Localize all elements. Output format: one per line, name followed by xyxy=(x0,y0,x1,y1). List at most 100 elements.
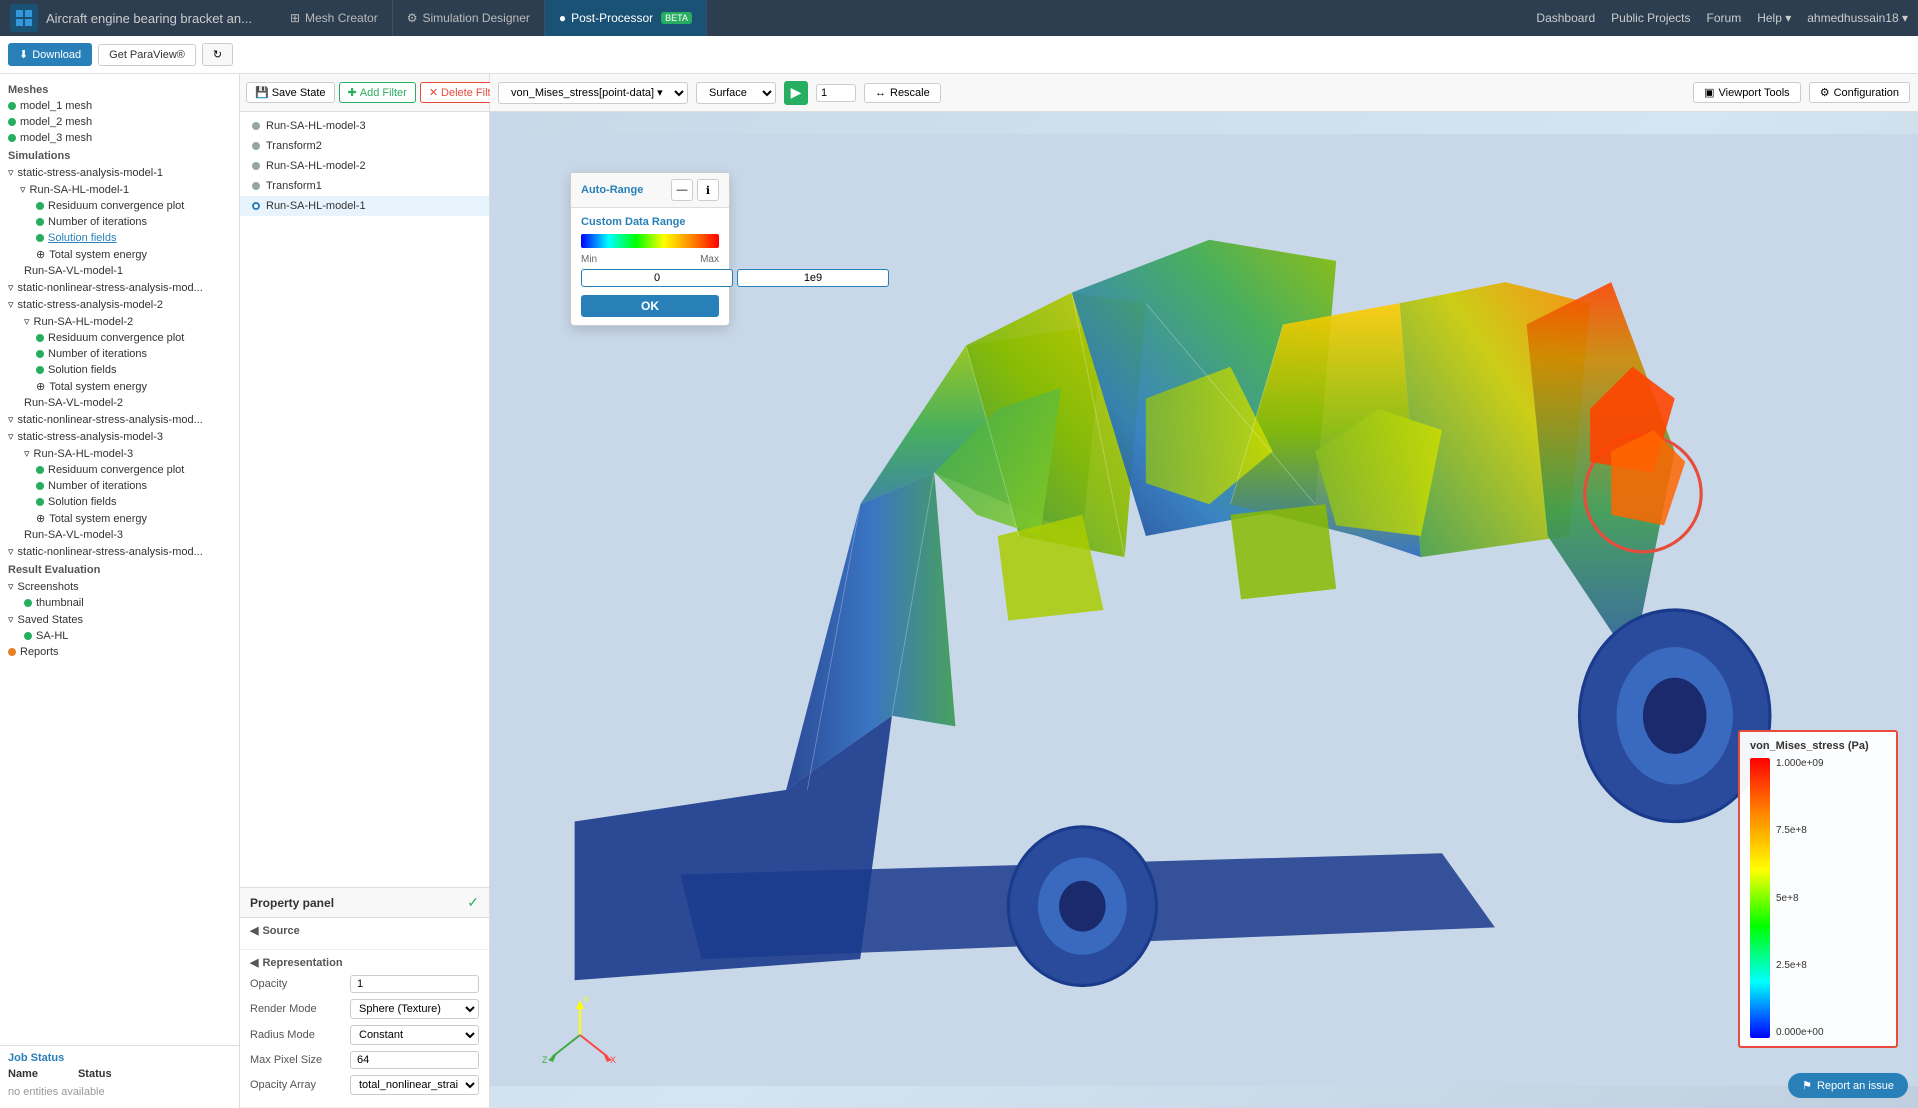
sidebar-item-iterations-1[interactable]: Number of iterations xyxy=(0,214,239,230)
render-mode-row: Render Mode Sphere (Texture) xyxy=(250,999,479,1019)
delete-icon: ✕ xyxy=(429,86,438,99)
pipeline-dot-icon xyxy=(252,122,260,130)
forum-link[interactable]: Forum xyxy=(1707,11,1742,25)
sidebar-item-residuum-1[interactable]: Residuum convergence plot xyxy=(0,198,239,214)
sidebar-item-solution-1[interactable]: Solution fields xyxy=(0,230,239,246)
property-panel-header[interactable]: Property panel ✓ xyxy=(240,888,489,918)
colorbar-info-button[interactable]: ℹ xyxy=(697,179,719,201)
sidebar-item-static-1[interactable]: ▿ static-stress-analysis-model-1 xyxy=(0,164,239,181)
sidebar-item-solution-3[interactable]: Solution fields xyxy=(0,494,239,510)
sidebar-item-run-vl-1[interactable]: Run-SA-VL-model-1 xyxy=(0,263,239,279)
surface-select[interactable]: Surface xyxy=(696,82,776,104)
legend-bar: 1.000e+09 7.5e+8 5e+8 2.5e+8 0.000e+00 xyxy=(1750,758,1886,1038)
property-representation-title: ◀ Representation xyxy=(250,956,479,969)
download-button[interactable]: ⬇ Download xyxy=(8,43,92,66)
frame-input[interactable] xyxy=(816,84,856,102)
result-evaluation-label: Result Evaluation xyxy=(0,560,239,578)
opacity-array-select[interactable]: total_nonlinear_strain xyxy=(350,1075,479,1095)
public-projects-link[interactable]: Public Projects xyxy=(1611,11,1690,25)
tab-post-processor[interactable]: ● Post-Processor BETA xyxy=(545,0,707,36)
sidebar-item-model2-mesh[interactable]: model_2 mesh xyxy=(0,114,239,130)
sidebar-item-model1-mesh[interactable]: model_1 mesh xyxy=(0,98,239,114)
legend-labels: 1.000e+09 7.5e+8 5e+8 2.5e+8 0.000e+00 xyxy=(1776,758,1824,1038)
sidebar-item-residuum-3[interactable]: Residuum convergence plot xyxy=(0,462,239,478)
max-input[interactable] xyxy=(737,269,889,287)
sidebar: Meshes model_1 mesh model_2 mesh model_3… xyxy=(0,74,240,1108)
configuration-button[interactable]: ⚙ Configuration xyxy=(1809,82,1910,103)
sidebar-item-run-vl-3[interactable]: Run-SA-VL-model-3 xyxy=(0,527,239,543)
sidebar-item-residuum-2[interactable]: Residuum convergence plot xyxy=(0,330,239,346)
report-issue-button[interactable]: ⚑ Report an issue xyxy=(1788,1073,1908,1098)
sidebar-item-energy-2[interactable]: ⊕ Total system energy xyxy=(0,378,239,395)
green-dot-icon xyxy=(36,202,44,210)
sidebar-item-energy-3[interactable]: ⊕ Total system energy xyxy=(0,510,239,527)
play-button[interactable]: ▶ xyxy=(784,81,808,105)
save-state-button[interactable]: 💾 Save State xyxy=(246,82,335,103)
pipeline-item-0[interactable]: Run-SA-HL-model-3 xyxy=(240,116,489,136)
user-menu[interactable]: ahmedhussain18 ▾ xyxy=(1807,11,1908,25)
sidebar-item-screenshots[interactable]: ▿ Screenshots xyxy=(0,578,239,595)
orange-dot-icon xyxy=(8,648,16,656)
sidebar-item-solution-2[interactable]: Solution fields xyxy=(0,362,239,378)
property-panel-title: Property panel xyxy=(250,896,334,910)
filter-dropdown[interactable]: von_Mises_stress[point-data] ▾ xyxy=(498,82,688,104)
render-mode-select[interactable]: Sphere (Texture) xyxy=(350,999,479,1019)
sidebar-item-static-nonlinear-1[interactable]: ▿ static-nonlinear-stress-analysis-mod..… xyxy=(0,279,239,296)
app-logo xyxy=(10,4,38,32)
radius-mode-select[interactable]: Constant xyxy=(350,1025,479,1045)
max-pixel-size-label: Max Pixel Size xyxy=(250,1054,350,1066)
collapse-icon: ▿ xyxy=(8,166,14,179)
sidebar-item-saved-states[interactable]: ▿ Saved States xyxy=(0,611,239,628)
pipeline-item-4[interactable]: Run-SA-HL-model-1 xyxy=(240,196,489,216)
col-status: Status xyxy=(78,1068,112,1080)
max-pixel-size-input[interactable] xyxy=(350,1051,479,1069)
arrow-icon: ◀ xyxy=(250,924,258,937)
pipeline-item-1[interactable]: Transform2 xyxy=(240,136,489,156)
sidebar-item-static-2[interactable]: ▿ static-stress-analysis-model-2 xyxy=(0,296,239,313)
sidebar-item-energy-1[interactable]: ⊕ Total system energy xyxy=(0,246,239,263)
colorbar-inputs xyxy=(581,269,719,287)
sidebar-item-run-sa-hl-3[interactable]: ▿ Run-SA-HL-model-3 xyxy=(0,445,239,462)
sidebar-item-iterations-2[interactable]: Number of iterations xyxy=(0,346,239,362)
arrow-icon: ◀ xyxy=(250,956,258,969)
sidebar-item-thumbnail[interactable]: thumbnail xyxy=(0,595,239,611)
main-layout: Meshes model_1 mesh model_2 mesh model_3… xyxy=(0,74,1918,1108)
colorbar-gradient xyxy=(581,234,719,248)
pipeline-item-3[interactable]: Transform1 xyxy=(240,176,489,196)
max-pixel-size-row: Max Pixel Size xyxy=(250,1051,479,1069)
tab-simulation-designer[interactable]: ⚙ Simulation Designer xyxy=(393,0,545,36)
colorbar-minmax: Min Max xyxy=(581,254,719,265)
sidebar-item-static-nonlinear-3[interactable]: ▿ static-nonlinear-stress-analysis-mod..… xyxy=(0,543,239,560)
radius-mode-row: Radius Mode Constant xyxy=(250,1025,479,1045)
sidebar-item-sa-hl[interactable]: SA-HL xyxy=(0,628,239,644)
add-filter-button[interactable]: ✚ Add Filter xyxy=(339,82,416,103)
pipeline-item-2[interactable]: Run-SA-HL-model-2 xyxy=(240,156,489,176)
sidebar-item-run-sa-hl-2[interactable]: ▿ Run-SA-HL-model-2 xyxy=(0,313,239,330)
nav-right: Dashboard Public Projects Forum Help ▾ a… xyxy=(1536,11,1908,25)
radius-mode-label: Radius Mode xyxy=(250,1029,350,1041)
refresh-button[interactable]: ↻ xyxy=(202,43,233,66)
opacity-input[interactable] xyxy=(350,975,479,993)
sidebar-item-static-nonlinear-2[interactable]: ▿ static-nonlinear-stress-analysis-mod..… xyxy=(0,411,239,428)
sidebar-item-iterations-3[interactable]: Number of iterations xyxy=(0,478,239,494)
sidebar-item-run-vl-2[interactable]: Run-SA-VL-model-2 xyxy=(0,395,239,411)
sidebar-item-run-sa-hl-1[interactable]: ▿ Run-SA-HL-model-1 xyxy=(0,181,239,198)
colorbar-btns: — ℹ xyxy=(671,179,719,201)
tab-mesh-creator[interactable]: ⊞ Mesh Creator xyxy=(276,0,393,36)
green-dot-icon xyxy=(36,218,44,226)
viewport-canvas[interactable]: Y X Z Auto-Range — ℹ xyxy=(490,112,1918,1108)
sidebar-item-static-3[interactable]: ▿ static-stress-analysis-model-3 xyxy=(0,428,239,445)
colorbar-custom-section: Custom Data Range Min Max OK xyxy=(571,208,729,325)
viewport-tools-button[interactable]: ▣ Viewport Tools xyxy=(1693,82,1801,103)
sidebar-item-reports[interactable]: Reports xyxy=(0,644,239,660)
dashboard-link[interactable]: Dashboard xyxy=(1536,11,1595,25)
sidebar-item-model3-mesh[interactable]: model_3 mesh xyxy=(0,130,239,146)
custom-data-range-label: Custom Data Range xyxy=(581,216,719,228)
rescale-button[interactable]: ↔ Rescale xyxy=(864,83,941,103)
ok-button[interactable]: OK xyxy=(581,295,719,317)
get-paraview-button[interactable]: Get ParaView® xyxy=(98,44,196,66)
min-input[interactable] xyxy=(581,269,733,287)
simulation-designer-icon: ⚙ xyxy=(407,11,418,25)
colorbar-minus-button[interactable]: — xyxy=(671,179,693,201)
help-link[interactable]: Help ▾ xyxy=(1757,11,1791,25)
